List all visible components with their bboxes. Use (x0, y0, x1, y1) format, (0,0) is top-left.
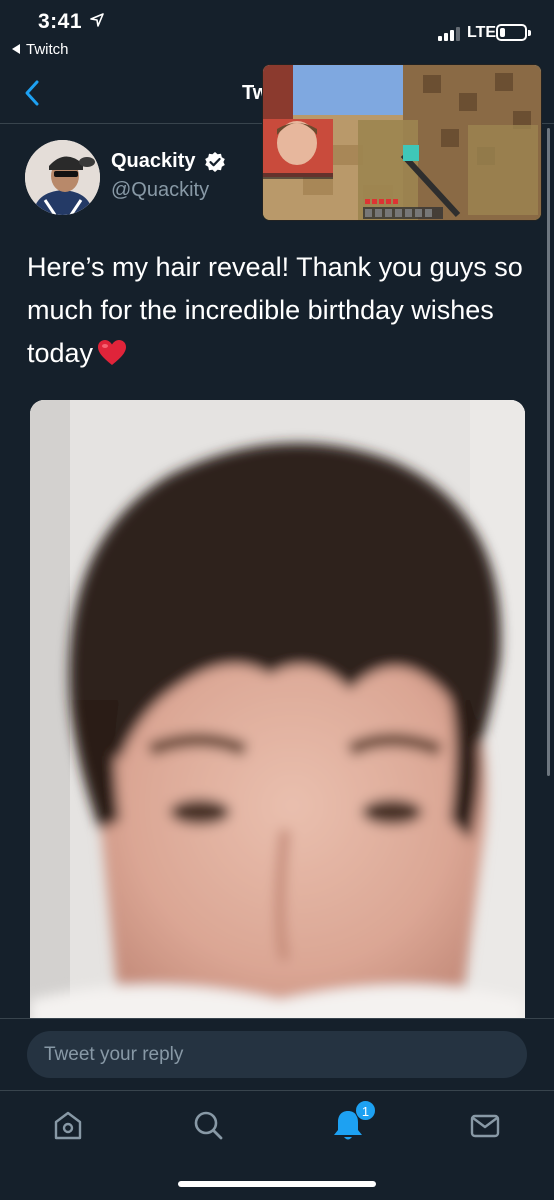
profile-photo (25, 140, 100, 215)
home-icon[interactable] (48, 1105, 88, 1145)
minecraft-stream-video (263, 65, 541, 220)
user-handle[interactable]: @Quackity (111, 179, 209, 202)
reply-bar (0, 1018, 554, 1090)
scrollbar[interactable] (547, 128, 550, 776)
cell-signal-icon (438, 25, 462, 41)
picture-in-picture-video[interactable] (262, 64, 542, 221)
tweet-text: Here’s my hair reveal! Thank you guys so… (27, 246, 537, 375)
home-indicator[interactable] (178, 1181, 376, 1187)
verified-badge-icon (205, 152, 225, 172)
back-app-label: Twitch (26, 41, 69, 58)
avatar[interactable] (25, 140, 100, 215)
location-arrow-icon (90, 13, 104, 27)
back-chevron-icon[interactable] (20, 78, 44, 108)
notifications-badge: 1 (355, 1100, 376, 1121)
red-heart-emoji (98, 340, 127, 365)
portrait-image (30, 400, 525, 1040)
network-type: LTE (467, 24, 497, 41)
messages-icon[interactable] (465, 1105, 505, 1145)
back-triangle-icon (12, 44, 20, 54)
search-icon[interactable] (188, 1105, 228, 1145)
back-to-app-link[interactable]: Twitch (12, 41, 69, 58)
tweet-photo[interactable] (30, 400, 525, 1040)
reply-input[interactable] (27, 1031, 527, 1078)
status-time: 3:41 (38, 10, 83, 33)
battery-icon (496, 24, 531, 41)
display-name[interactable]: Quackity (111, 150, 195, 173)
status-bar: 3:41 Twitch LTE (0, 0, 554, 64)
